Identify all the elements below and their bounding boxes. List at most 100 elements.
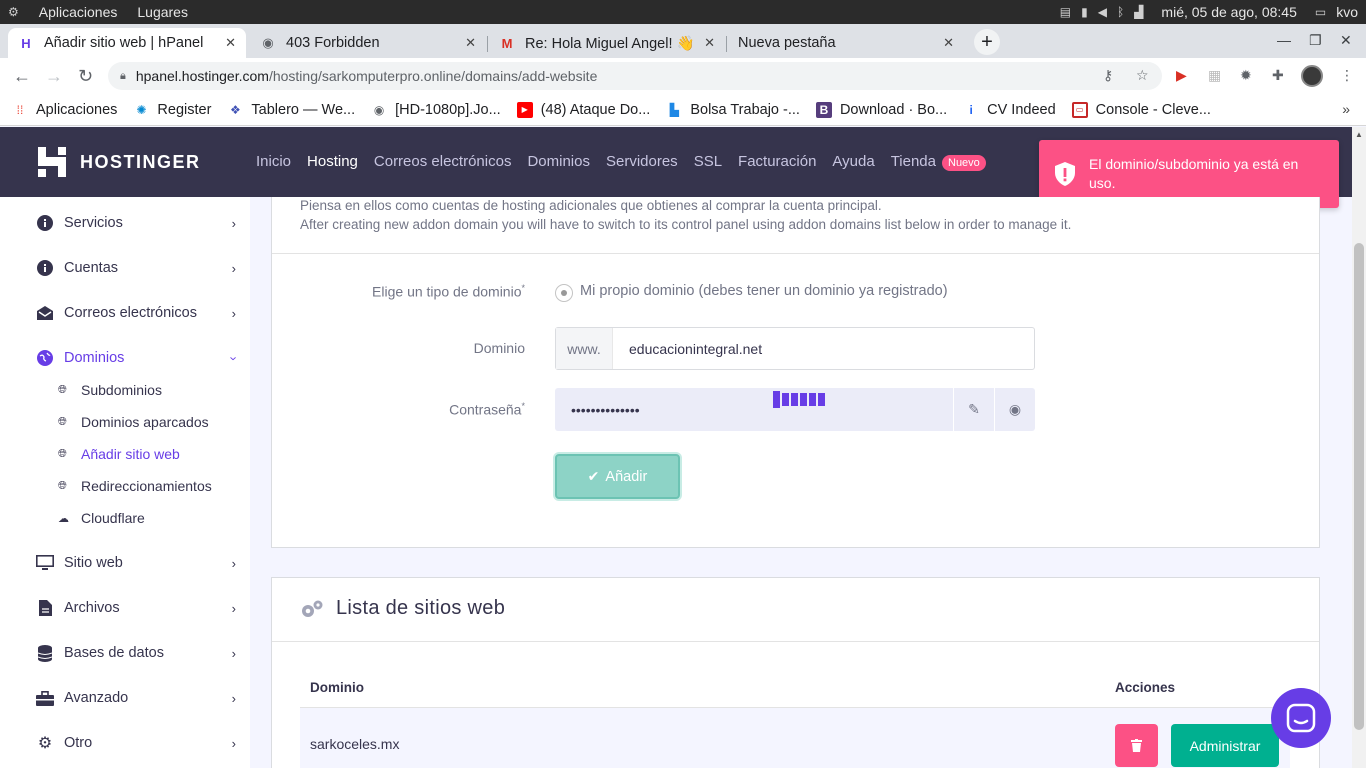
chat-launcher-button[interactable] (1271, 688, 1331, 748)
info-icon (36, 214, 54, 232)
activities-icon[interactable]: ⚙ (8, 5, 19, 19)
nav-correos[interactable]: Correos electrónicos (374, 153, 512, 170)
intro-text: Piensa en ellos como cuentas de hosting … (300, 197, 1071, 234)
url-host: hpanel.hostinger.com (135, 68, 269, 84)
nav-ayuda[interactable]: Ayuda (832, 153, 874, 170)
bookmark-hd[interactable]: ◉ [HD-1080p].Jo... (371, 102, 501, 118)
show-password-eye-icon[interactable]: ◉ (994, 388, 1035, 431)
user-menu[interactable]: kvo (1336, 4, 1358, 20)
bookmark-youtube[interactable]: ▶ (48) Ataque Do... (516, 101, 650, 118)
nav-ssl[interactable]: SSL (694, 153, 722, 170)
tab-title: Nueva pestaña (738, 35, 836, 51)
password-input[interactable] (555, 388, 953, 431)
address-bar[interactable]: 🔒︎ hpanel.hostinger.com/hosting/sarkompu… (108, 62, 1162, 90)
chrome-menu-icon[interactable]: ⋮ (1340, 67, 1354, 84)
nav-servidores[interactable]: Servidores (606, 153, 678, 170)
lock-icon[interactable]: 🔒︎ (120, 70, 126, 83)
bookmark-console[interactable]: ▭ Console - Cleve... (1071, 101, 1211, 118)
own-domain-radio[interactable] (555, 284, 573, 302)
scroll-up-icon[interactable]: ▲ (1355, 130, 1363, 139)
hostinger-logo[interactable]: HOSTINGER (38, 147, 201, 177)
database-icon (36, 644, 54, 662)
minimize-icon[interactable]: — (1277, 32, 1291, 48)
display-icon[interactable]: ▭ (1315, 5, 1326, 19)
delete-button[interactable] (1115, 724, 1158, 767)
key-icon[interactable]: ⚷ (1103, 67, 1113, 84)
bluetooth-icon[interactable]: ᛒ (1117, 5, 1124, 19)
forward-icon[interactable]: → (45, 66, 63, 87)
nav-tienda[interactable]: Tienda Nuevo (891, 153, 986, 171)
close-tab-icon[interactable]: ✕ (225, 35, 236, 51)
sidebar-sub-cloudflare[interactable]: ☁ Cloudflare (58, 507, 145, 529)
tab-gmail[interactable]: M Re: Hola Miguel Angel! 👋 ✕ (489, 28, 725, 58)
nav-dominios[interactable]: Dominios (527, 153, 590, 170)
signal-icon[interactable]: ▟ (1134, 5, 1143, 19)
sidebar-item-cuentas[interactable]: Cuentas › (36, 256, 236, 280)
sidebar-item-otro[interactable]: ⚙ Otro › (36, 731, 236, 755)
bookmark-register[interactable]: ✺ Register (133, 102, 211, 118)
bookmark-apps[interactable]: ⁞⁞ Aplicaciones (12, 102, 118, 118)
system-top-bar: ⚙ Aplicaciones Lugares ▤ ▮ ◀ ᛒ ▟ mié, 05… (0, 0, 1366, 24)
reload-icon[interactable]: ↻ (78, 66, 93, 87)
more-bookmarks-icon[interactable]: » (1342, 101, 1350, 117)
website-list-card: Lista de sitios web Dominio Acciones sar… (271, 577, 1320, 768)
bookmark-bootstrap[interactable]: B Download · Bo... (815, 101, 947, 118)
sidebar-item-archivos[interactable]: Archivos › (36, 596, 236, 620)
tab-403[interactable]: ◉ 403 Forbidden ✕ (250, 28, 486, 58)
domain-field: www. (555, 327, 1035, 370)
extension-video-icon[interactable]: ▶ (1176, 67, 1187, 84)
extension-gear-icon[interactable]: ✹ (1240, 67, 1252, 84)
tab-strip: H Añadir sitio web | hPanel ✕ ◉ 403 Forb… (0, 24, 1366, 58)
tab-title: Añadir sitio web | hPanel (44, 35, 204, 51)
sidebar-item-sitio-web[interactable]: Sitio web › (36, 551, 236, 575)
sidebar-item-dominios[interactable]: Dominios › (36, 346, 241, 370)
apps-menu[interactable]: Aplicaciones (39, 4, 118, 20)
www-prefix: www. (556, 328, 613, 369)
sidebar-item-label: Dominios (64, 350, 125, 366)
extension-grid-icon[interactable]: ▦ (1208, 67, 1221, 84)
maximize-icon[interactable]: ❐ (1309, 32, 1322, 49)
own-domain-option[interactable]: Mi propio dominio (debes tener un domini… (580, 283, 948, 299)
places-menu[interactable]: Lugares (137, 4, 188, 20)
manage-button[interactable]: Administrar (1171, 724, 1279, 767)
close-tab-icon[interactable]: ✕ (465, 35, 476, 51)
extensions-puzzle-icon[interactable]: ✚ (1272, 67, 1284, 84)
bookmark-star-icon[interactable]: ☆ (1136, 67, 1149, 84)
add-button[interactable]: ✔ Añadir (555, 454, 680, 499)
sidebar-sub-subdominios[interactable]: 🌐︎ Subdominios (58, 379, 162, 401)
nav-inicio[interactable]: Inicio (256, 153, 291, 170)
page-scrollbar[interactable]: ▲ (1352, 127, 1366, 768)
close-tab-icon[interactable]: ✕ (943, 35, 954, 51)
tab-add-website[interactable]: H Añadir sitio web | hPanel ✕ (8, 28, 246, 58)
nav-hosting[interactable]: Hosting (307, 153, 358, 170)
bookmark-bolsa[interactable]: ▙ Bolsa Trabajo -... (666, 102, 800, 118)
bookmark-tablero[interactable]: ❖ Tablero — We... (227, 102, 355, 118)
bookmark-indeed[interactable]: i CV Indeed (963, 102, 1055, 118)
sidebar-item-label: Cuentas (64, 260, 119, 276)
sidebar-sub-aparcados[interactable]: 🌐︎ Dominios aparcados (58, 411, 209, 433)
notes-icon[interactable]: ▤ (1060, 5, 1071, 19)
scrollbar-thumb[interactable] (1354, 243, 1364, 730)
battery-icon[interactable]: ▮ (1081, 5, 1088, 19)
nav-facturacion[interactable]: Facturación (738, 153, 816, 170)
volume-icon[interactable]: ◀ (1098, 5, 1107, 19)
tab-new[interactable]: Nueva pestaña ✕ (728, 28, 964, 58)
add-button-label: Añadir (605, 468, 648, 485)
back-icon[interactable]: ← (13, 66, 31, 87)
clock[interactable]: mié, 05 de ago, 08:45 (1161, 4, 1296, 20)
sidebar-sub-redirecciones[interactable]: 🌐︎ Redireccionamientos (58, 475, 212, 497)
password-strength-meter (773, 391, 825, 408)
col-actions-header: Acciones (1115, 680, 1176, 695)
new-tab-button[interactable]: + (974, 29, 1000, 55)
sidebar-sub-anadir-sitio[interactable]: 🌐︎ Añadir sitio web (58, 443, 180, 465)
sidebar-item-correos[interactable]: Correos electrónicos › (36, 301, 236, 325)
domain-input[interactable] (613, 328, 1034, 369)
sidebar-item-label: Correos electrónicos (64, 305, 197, 321)
generate-password-icon[interactable]: ✎ (953, 388, 994, 431)
close-tab-icon[interactable]: ✕ (704, 35, 715, 51)
sidebar-item-bases-datos[interactable]: Bases de datos › (36, 641, 236, 665)
close-window-icon[interactable]: ✕ (1340, 32, 1352, 49)
profile-avatar[interactable] (1301, 65, 1323, 87)
sidebar-item-avanzado[interactable]: Avanzado › (36, 686, 236, 710)
sidebar-item-servicios[interactable]: Servicios › (36, 211, 236, 235)
